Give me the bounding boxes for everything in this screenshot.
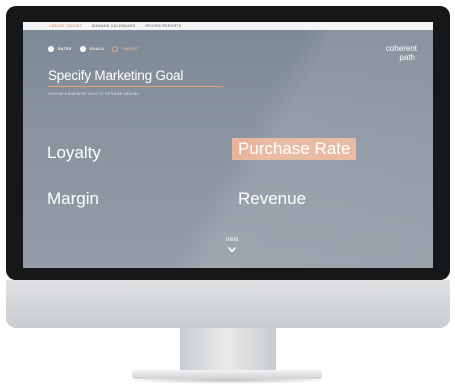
step-complete-icon: [48, 46, 54, 52]
brand-logo: coherent path: [386, 44, 417, 62]
title-underline: [48, 86, 223, 87]
step-label: Goals: [89, 47, 105, 51]
page-title: Specify Marketing Goal: [48, 68, 184, 83]
step-target[interactable]: Target: [112, 46, 139, 52]
brand-line-2: path: [399, 53, 415, 62]
nav-item-manage-calendars[interactable]: Manage Calendars: [92, 24, 135, 28]
goal-option-loyalty[interactable]: Loyalty: [47, 143, 101, 163]
monitor-chin: [6, 280, 450, 328]
monitor-stand-base: [132, 370, 322, 379]
step-label: Dates: [58, 47, 72, 51]
step-goals[interactable]: Goals: [79, 46, 105, 52]
monitor-stand-neck: [180, 328, 276, 372]
page-subtitle: Choose a business goal to optimize aroun…: [48, 92, 140, 96]
step-current-icon: [112, 46, 119, 52]
nav-item-create-target[interactable]: Create Target: [49, 24, 82, 28]
goal-option-purchase-rate[interactable]: Purchase Rate: [232, 138, 357, 160]
progress-steps: Dates Goals Target: [48, 46, 147, 52]
top-navigation: Create Target Manage Calendars Review Re…: [23, 22, 433, 30]
nav-item-review-reports[interactable]: Review Reports: [145, 24, 181, 28]
step-dates[interactable]: Dates: [48, 46, 72, 52]
brand-line-1: coherent: [385, 44, 417, 53]
step-label: Target: [122, 47, 139, 51]
chevron-down-icon[interactable]: [228, 247, 236, 253]
next-label[interactable]: next: [224, 236, 240, 243]
goal-option-margin[interactable]: Margin: [47, 189, 99, 209]
goal-option-revenue[interactable]: Revenue: [238, 189, 306, 209]
step-complete-icon: [79, 46, 86, 52]
app-screen: Create Target Manage Calendars Review Re…: [23, 22, 433, 268]
